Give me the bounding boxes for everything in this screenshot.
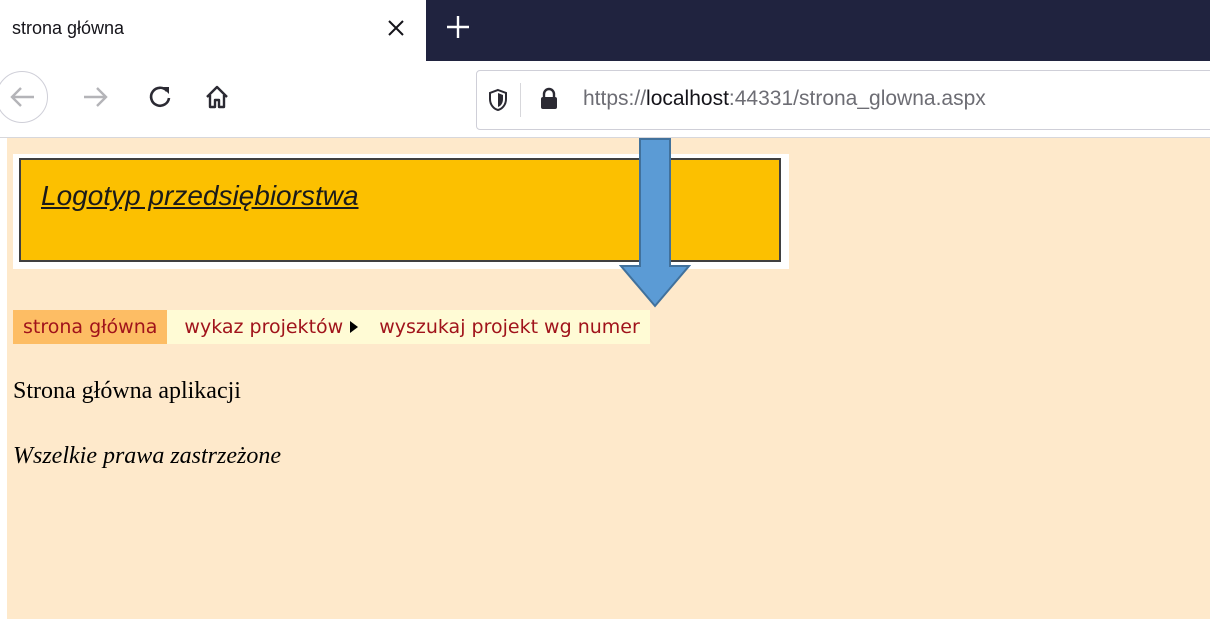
menu-item-projects[interactable]: wykaz projektów (167, 310, 370, 344)
tab-title: strona główna (12, 18, 125, 38)
close-tab-icon[interactable] (382, 14, 410, 42)
browser-toolbar: https://localhost:44331/strona_glowna.as… (0, 61, 1210, 138)
forward-arrow-icon[interactable] (78, 79, 114, 115)
new-tab-plus-icon[interactable] (441, 10, 475, 44)
reload-icon[interactable] (142, 79, 178, 115)
url-host: localhost (646, 87, 729, 110)
menu-item-label: strona główna (23, 316, 158, 338)
main-menu: strona główna wykaz projektów wyszukaj p… (13, 310, 650, 344)
logo-text[interactable]: Logotyp przedsiębiorstwa (41, 180, 359, 212)
home-icon[interactable] (199, 79, 235, 115)
url-text[interactable]: https://localhost:44331/strona_glowna.as… (583, 87, 986, 111)
welcome-text: Strona główna aplikacji (13, 378, 241, 404)
page-content: Logotyp przedsiębiorstwa strona główna w… (7, 138, 1210, 619)
back-arrow-icon[interactable] (0, 71, 48, 123)
annotation-down-arrow-icon (619, 138, 691, 308)
tab-strip: strona główna (0, 0, 1210, 61)
url-path: :44331/strona_glowna.aspx (728, 87, 986, 110)
menu-item-label: wykaz projektów (184, 316, 344, 338)
address-bar[interactable]: https://localhost:44331/strona_glowna.as… (476, 70, 1210, 130)
menu-item-home[interactable]: strona główna (13, 310, 168, 344)
browser-tab[interactable]: strona główna (0, 0, 426, 61)
menu-item-label: wyszukaj projekt wg numer (379, 316, 640, 338)
lock-icon[interactable] (539, 87, 559, 111)
url-scheme: https:// (583, 87, 647, 110)
menu-item-search-project[interactable]: wyszukaj projekt wg numer (369, 310, 650, 344)
address-bar-separator (520, 83, 521, 117)
tracking-protection-shield-icon[interactable] (487, 88, 509, 112)
submenu-triangle-icon (350, 321, 359, 333)
footer-copyright: Wszelkie prawa zastrzeżone (13, 443, 281, 469)
